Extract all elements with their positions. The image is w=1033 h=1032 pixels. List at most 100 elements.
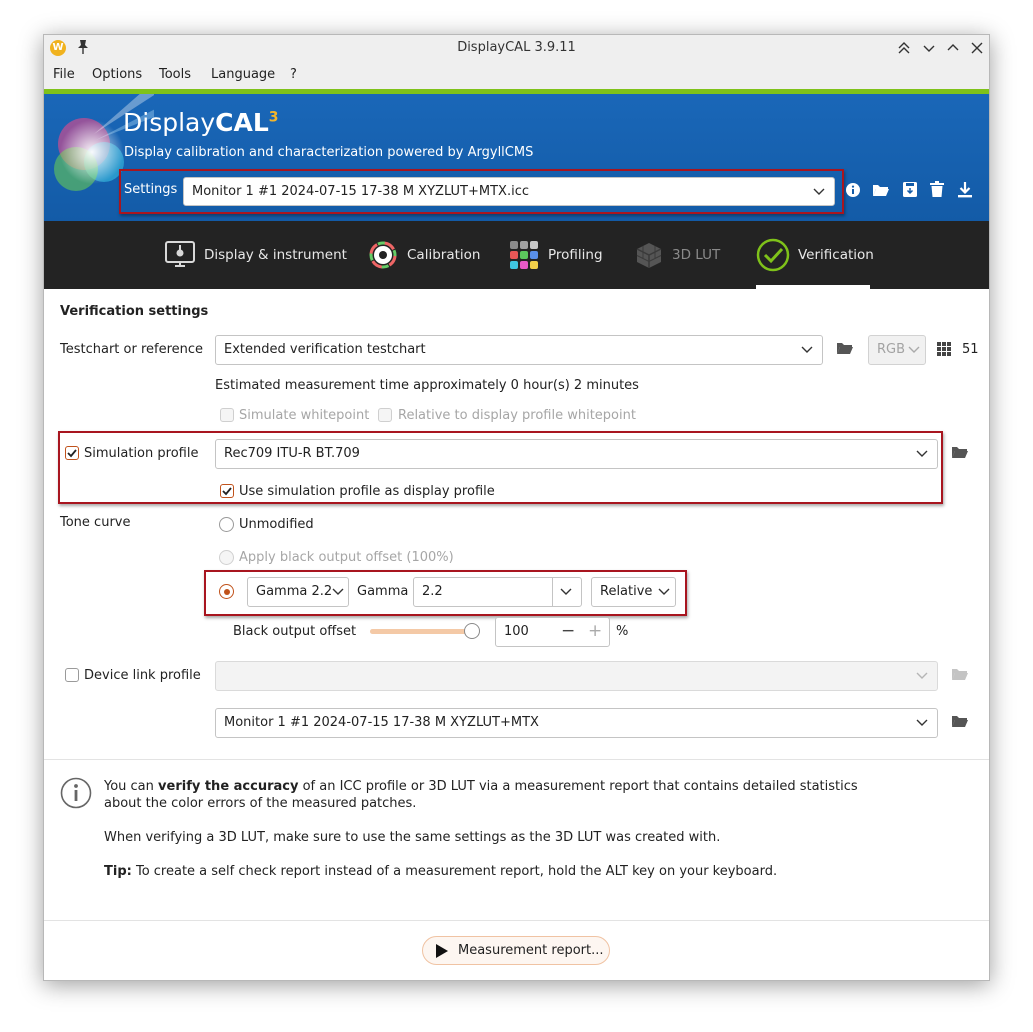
tab-label: Profiling (548, 247, 603, 263)
brand-bold: CAL (215, 108, 269, 137)
simulate-whitepoint-label: Simulate whitepoint (239, 408, 370, 423)
info-paragraph-2: When verifying a 3D LUT, make sure to us… (104, 830, 721, 845)
chevron-down-icon (560, 588, 572, 595)
black-offset-spinbox[interactable]: 100 − + (495, 617, 610, 647)
apply-black-offset-radio[interactable] (219, 550, 234, 565)
close-icon[interactable] (970, 41, 984, 55)
percent-unit: % (616, 624, 629, 639)
section-heading: Verification settings (60, 304, 209, 319)
patch-count: 51 (962, 342, 979, 357)
testchart-value: Extended verification testchart (224, 342, 426, 357)
relative-whitepoint-checkbox[interactable] (378, 408, 392, 422)
increment-icon[interactable]: + (588, 621, 602, 641)
folder-open-icon[interactable] (872, 182, 890, 198)
menu-tools[interactable]: Tools (159, 67, 191, 82)
chevron-down-icon (801, 346, 813, 353)
measurement-report-button[interactable]: Measurement report... (422, 936, 610, 965)
tone-curve-label: Tone curve (60, 515, 131, 530)
simulate-whitepoint-checkbox[interactable] (220, 408, 234, 422)
header-banner: DisplayCAL3 Display calibration and char… (44, 94, 989, 221)
decrement-icon[interactable]: − (561, 621, 575, 641)
output-profile-value: Monitor 1 #1 2024-07-15 17-38 M XYZLUT+M… (224, 715, 539, 730)
simulation-profile-value: Rec709 ITU-R BT.709 (224, 446, 360, 461)
info-paragraph-1: You can verify the accuracy of an ICC pr… (104, 778, 964, 795)
black-offset-slider[interactable] (370, 623, 480, 640)
verification-icon (756, 238, 790, 272)
settings-dropdown[interactable]: Monitor 1 #1 2024-07-15 17-38 M XYZLUT+M… (183, 177, 835, 206)
use-as-display-profile-checkbox[interactable] (220, 484, 234, 498)
device-link-dropdown[interactable] (215, 661, 938, 691)
simulation-profile-dropdown[interactable]: Rec709 ITU-R BT.709 (215, 439, 938, 469)
patch-grid-icon[interactable] (937, 342, 951, 356)
brand-title: DisplayCAL3 (123, 108, 279, 137)
tab-3d-lut[interactable]: 3D LUT (634, 221, 720, 289)
testchart-dropdown[interactable]: Extended verification testchart (215, 335, 823, 365)
tab-display-instrument[interactable]: Display & instrument (164, 221, 347, 289)
gamma-radio[interactable] (219, 584, 234, 599)
chevron-down-icon (658, 588, 670, 595)
chevron-down-icon (916, 719, 928, 726)
simulation-profile-checkbox[interactable] (65, 446, 79, 460)
tab-calibration[interactable]: Calibration (367, 221, 480, 289)
info-text-part: You can (104, 779, 159, 794)
gamma-value: 2.2 (422, 584, 443, 599)
trash-icon[interactable] (930, 181, 944, 198)
banner-subtitle: Display calibration and characterization… (124, 145, 534, 160)
profiling-icon (510, 241, 538, 269)
keep-above-icon[interactable] (897, 41, 911, 55)
slider-thumb[interactable] (464, 623, 480, 639)
title-bar: W DisplayCAL 3.9.11 (44, 35, 989, 61)
tab-verification[interactable]: Verification (756, 221, 874, 289)
gamma-preset-value: Gamma 2.2 (256, 584, 333, 599)
measurement-report-label: Measurement report... (458, 943, 604, 958)
colorspace-dropdown[interactable]: RGB (868, 335, 926, 365)
tab-label: Display & instrument (204, 247, 347, 263)
gamma-mode-dropdown[interactable]: Relative (591, 577, 676, 607)
gamma-preset-dropdown[interactable]: Gamma 2.2 (247, 577, 349, 607)
settings-value: Monitor 1 #1 2024-07-15 17-38 M XYZLUT+M… (192, 184, 529, 199)
gamma-mode-value: Relative (600, 584, 653, 599)
device-link-checkbox[interactable] (65, 668, 79, 682)
device-link-label: Device link profile (84, 668, 201, 683)
simulation-profile-label: Simulation profile (84, 446, 199, 461)
menu-language[interactable]: Language (211, 67, 275, 82)
chevron-down-icon (916, 450, 928, 457)
brand-light: Display (123, 108, 216, 137)
colorspace-value: RGB (877, 342, 906, 357)
slider-fill (370, 629, 472, 634)
folder-icon[interactable] (836, 341, 854, 357)
gamma-value-combo[interactable]: 2.2 (413, 577, 582, 607)
tip-text: To create a self check report instead of… (131, 864, 778, 879)
menu-file[interactable]: File (53, 67, 75, 82)
chevron-down-icon (813, 188, 825, 195)
apply-black-offset-label: Apply black output offset (100%) (239, 550, 454, 565)
folder-icon[interactable] (951, 714, 969, 730)
minimize-icon[interactable] (922, 41, 936, 55)
brand-version: 3 (268, 109, 279, 126)
tab-bar: Display & instrument Calibration Profili… (44, 221, 989, 289)
settings-label: Settings (124, 182, 178, 197)
maximize-icon[interactable] (946, 41, 960, 55)
unmodified-radio[interactable] (219, 517, 234, 532)
black-offset-label: Black output offset (233, 624, 357, 639)
use-as-display-profile-label: Use simulation profile as display profil… (239, 484, 495, 499)
output-profile-dropdown[interactable]: Monitor 1 #1 2024-07-15 17-38 M XYZLUT+M… (215, 708, 938, 738)
info-tip: Tip: To create a self check report inste… (104, 863, 964, 880)
tip-label: Tip: (104, 864, 132, 879)
save-icon[interactable] (902, 181, 918, 198)
chevron-down-icon (916, 672, 928, 679)
folder-icon[interactable] (951, 667, 969, 683)
folder-icon[interactable] (951, 445, 969, 461)
black-offset-value: 100 (504, 624, 529, 639)
tab-profiling[interactable]: Profiling (508, 221, 603, 289)
display-instrument-icon (165, 241, 195, 267)
info-icon[interactable] (845, 182, 861, 198)
menu-options[interactable]: Options (92, 67, 142, 82)
testchart-label: Testchart or reference (60, 342, 204, 357)
active-tab-indicator (756, 285, 870, 289)
tab-label: Calibration (407, 247, 481, 263)
menu-help[interactable]: ? (290, 67, 297, 82)
download-icon[interactable] (957, 181, 973, 198)
relative-whitepoint-label: Relative to display profile whitepoint (398, 408, 636, 423)
tab-label: Verification (798, 247, 874, 263)
